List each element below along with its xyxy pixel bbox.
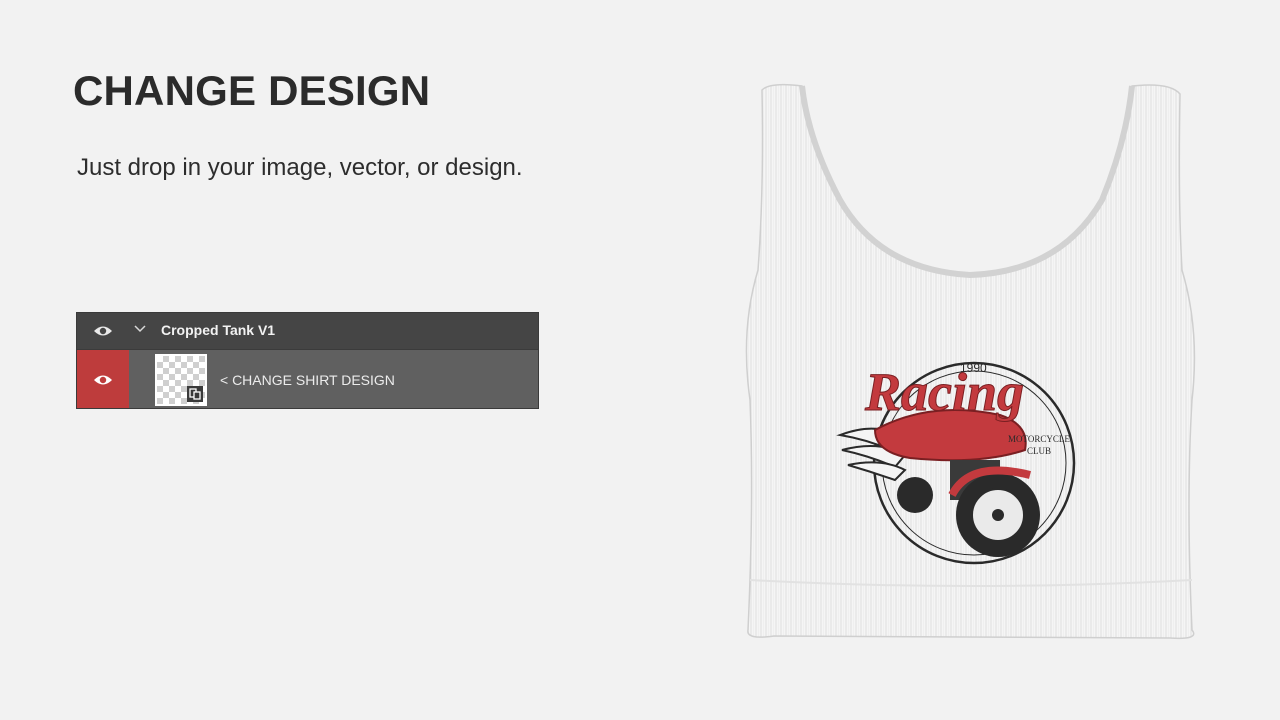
group-visibility-toggle[interactable]: [77, 313, 129, 349]
layer-name: < CHANGE SHIRT DESIGN: [220, 372, 395, 388]
layer-group-name: Cropped Tank V1: [161, 322, 276, 338]
layers-panel: Cropped Tank V1 < CHANGE SHIRT DESIGN: [76, 312, 539, 409]
layer-row[interactable]: < CHANGE SHIRT DESIGN: [77, 349, 538, 408]
eye-icon: [94, 326, 112, 336]
smart-object-icon: [187, 386, 203, 402]
print-title: Racing: [864, 362, 1024, 422]
page-title: CHANGE DESIGN: [73, 67, 431, 114]
layer-thumbnail[interactable]: [155, 354, 207, 406]
page-subtitle: Just drop in your image, vector, or desi…: [77, 154, 523, 181]
print-badge-line1: MOTORCYCLE: [1008, 434, 1070, 444]
chevron-down-icon[interactable]: [133, 322, 147, 336]
layer-visibility-toggle[interactable]: [77, 350, 129, 408]
tank-top-mockup: 1990 Racing MOTORCYCLE CLUB: [745, 83, 1196, 640]
eye-icon: [94, 375, 112, 385]
layer-group-row[interactable]: Cropped Tank V1: [77, 313, 538, 349]
print-badge-line2: CLUB: [1027, 446, 1051, 456]
